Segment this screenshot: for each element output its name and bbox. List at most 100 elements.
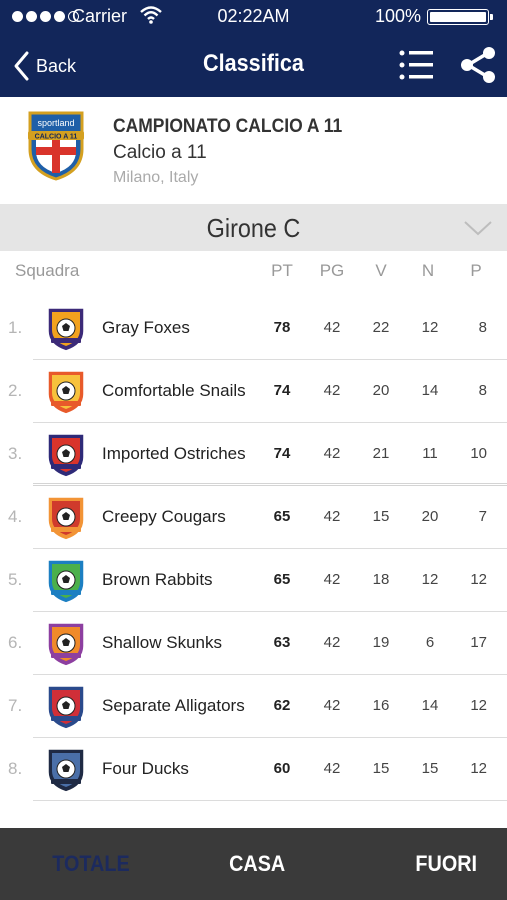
losses: 7 (478, 508, 487, 525)
team-name: Gray Foxes (102, 318, 190, 337)
points: 60 (273, 760, 291, 777)
team-name: Brown Rabbits (102, 570, 213, 589)
points: 78 (273, 319, 291, 336)
wins: 15 (372, 760, 390, 777)
standings-header: Squadra PT PG V N P (0, 251, 507, 291)
team-name: Four Ducks (102, 759, 189, 778)
points: 74 (273, 382, 291, 399)
draws: 20 (421, 508, 439, 525)
share-icon[interactable] (458, 46, 498, 84)
league-logo-badge-text: sportland (37, 118, 74, 128)
team-name: Creepy Cougars (102, 507, 226, 526)
table-row[interactable]: 3. Imported Ostriches 74 42 21 11 10 (8, 423, 507, 486)
points: 63 (273, 634, 291, 651)
wins: 18 (372, 571, 390, 588)
league-logo-badge-sub: CALCIO A 11 (35, 134, 78, 141)
standings-table: 1. Gray Foxes 78 42 22 12 8 2. Comfortab… (0, 297, 507, 801)
tab-fuori[interactable]: FUORI (415, 851, 477, 877)
draws: 12 (421, 319, 439, 336)
league-header: sportland CALCIO A 11 CAMPIONATO CALCIO … (0, 97, 507, 204)
column-n: N (421, 261, 435, 280)
league-name: CAMPIONATO CALCIO A 11 (113, 116, 343, 137)
column-p: P (470, 261, 482, 280)
losses: 10 (470, 445, 487, 462)
team-crest (47, 496, 85, 541)
table-row[interactable]: 7. Separate Alligators 62 42 16 14 12 (8, 675, 507, 738)
battery-percent: 100% (374, 6, 421, 26)
chevron-down-icon[interactable] (463, 218, 493, 238)
column-pg: PG (319, 261, 345, 280)
rank: 4. (8, 507, 23, 526)
draws: 14 (421, 697, 439, 714)
wins: 21 (372, 445, 390, 462)
losses: 8 (478, 382, 487, 399)
top-bar: Carrier 02:22AM 100% Back Classifica (0, 0, 507, 97)
navigation-bar: Back Classifica (0, 34, 507, 97)
league-logo: sportland CALCIO A 11 (28, 111, 84, 181)
wins: 22 (372, 319, 390, 336)
team-crest (47, 433, 85, 478)
rank: 6. (8, 633, 23, 652)
points: 65 (273, 508, 291, 525)
losses: 12 (470, 697, 487, 714)
games-played: 42 (323, 382, 341, 399)
rank: 2. (8, 381, 23, 400)
games-played: 42 (323, 445, 341, 462)
team-crest (47, 685, 85, 730)
losses: 17 (470, 634, 487, 651)
tab-casa[interactable]: CASA (229, 851, 285, 877)
games-played: 42 (323, 697, 341, 714)
team-name: Comfortable Snails (102, 381, 246, 400)
table-row[interactable]: 4. Creepy Cougars 65 42 15 20 7 (8, 486, 507, 549)
table-row[interactable]: 6. Shallow Skunks 63 42 19 6 17 (8, 612, 507, 675)
losses: 12 (470, 760, 487, 777)
draws: 15 (421, 760, 439, 777)
team-crest (47, 559, 85, 604)
team-name: Separate Alligators (102, 696, 245, 715)
wins: 16 (372, 697, 390, 714)
points: 74 (273, 445, 291, 462)
team-crest (47, 748, 85, 793)
battery-icon (427, 9, 495, 25)
team-crest (47, 622, 85, 667)
draws: 12 (421, 571, 439, 588)
group-selector[interactable]: Girone C (0, 204, 507, 251)
rank: 7. (8, 696, 23, 715)
league-subtitle: Calcio a 11 (113, 142, 207, 163)
bottom-tab-bar: TOTALE CASA FUORI (0, 828, 507, 900)
league-location: Milano, Italy (113, 169, 199, 186)
draws: 6 (425, 634, 435, 651)
points: 62 (273, 697, 291, 714)
rank: 1. (8, 318, 23, 337)
games-played: 42 (323, 571, 341, 588)
wins: 15 (372, 508, 390, 525)
tab-totale[interactable]: TOTALE (52, 851, 129, 877)
status-bar: Carrier 02:22AM 100% (0, 0, 507, 34)
team-crest (47, 307, 85, 352)
rank: 3. (8, 444, 23, 463)
losses: 8 (478, 319, 487, 336)
table-row[interactable]: 2. Comfortable Snails 74 42 20 14 8 (8, 360, 507, 423)
draws: 11 (422, 445, 438, 462)
table-row[interactable]: 1. Gray Foxes 78 42 22 12 8 (8, 297, 507, 360)
table-row[interactable]: 8. Four Ducks 60 42 15 15 12 (8, 738, 507, 801)
column-v: V (375, 261, 387, 280)
games-played: 42 (323, 760, 341, 777)
team-name: Shallow Skunks (102, 633, 223, 652)
list-icon[interactable] (397, 46, 437, 84)
wins: 19 (372, 634, 390, 651)
rank: 5. (8, 570, 23, 589)
column-pt: PT (271, 261, 293, 280)
draws: 14 (421, 382, 439, 399)
wins: 20 (372, 382, 390, 399)
games-played: 42 (323, 634, 341, 651)
group-title: Girone C (206, 213, 301, 243)
column-team: Squadra (15, 261, 80, 280)
table-row[interactable]: 5. Brown Rabbits 65 42 18 12 12 (8, 549, 507, 612)
team-crest (47, 370, 85, 415)
rank: 8. (8, 759, 23, 778)
points: 65 (273, 571, 291, 588)
games-played: 42 (323, 319, 341, 336)
team-name: Imported Ostriches (102, 444, 246, 463)
games-played: 42 (323, 508, 341, 525)
